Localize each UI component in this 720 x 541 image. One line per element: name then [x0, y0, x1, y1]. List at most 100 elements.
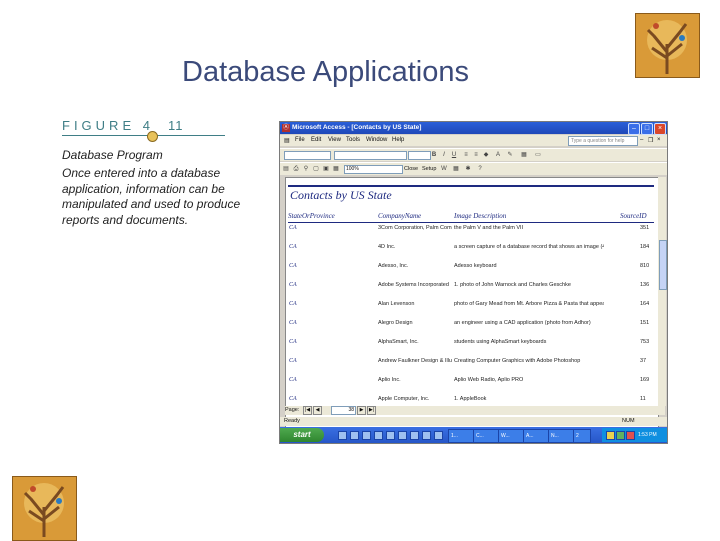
cell-state: CA	[289, 301, 297, 307]
quicklaunch-icon[interactable]	[386, 431, 395, 440]
quicklaunch-icon[interactable]	[374, 431, 383, 440]
quicklaunch-icon[interactable]	[398, 431, 407, 440]
vertical-scrollbar[interactable]	[658, 177, 666, 406]
previous-page-icon[interactable]: ◀	[313, 406, 322, 415]
taskbar-button[interactable]: W...	[498, 429, 524, 443]
multiple-pages-icon[interactable]: ▦	[332, 165, 340, 173]
font-size-select[interactable]	[408, 151, 431, 160]
system-tray: 1:53 PM	[602, 428, 667, 442]
fill-color-icon[interactable]: ◆	[482, 151, 490, 159]
quicklaunch-icon[interactable]	[434, 431, 443, 440]
new-object-icon[interactable]: ✱	[464, 165, 472, 173]
table-row: CA 3Com Corporation, Palm Compu the Palm…	[286, 225, 658, 243]
page-number-input[interactable]: 38	[331, 406, 356, 415]
column-header-image-description: Image Description	[454, 212, 507, 220]
underline-icon[interactable]: U	[450, 151, 458, 159]
cell-description: Aplio Web Radio, Aplio PRO	[454, 377, 524, 383]
zoom-select[interactable]: 100%	[344, 165, 403, 174]
cell-description: Creating Computer Graphics with Adobe Ph…	[454, 358, 581, 364]
quicklaunch-icon[interactable]	[350, 431, 359, 440]
first-page-icon[interactable]: |◀	[303, 406, 312, 415]
slide-title: Database Applications	[182, 56, 469, 88]
table-row: CA Alegro Design an engineer using a CAD…	[286, 320, 658, 338]
menu-report-icon: ▤	[284, 138, 290, 144]
menu-tools[interactable]: Tools	[346, 137, 360, 143]
cell-source-id: 136	[640, 282, 650, 288]
bold-icon[interactable]: B	[430, 151, 438, 159]
zoom-icon[interactable]: ⚲	[302, 165, 310, 173]
print-icon[interactable]: ⎙	[292, 165, 300, 173]
access-icon: Ⓐ	[282, 124, 290, 132]
close-button[interactable]: Close	[404, 166, 418, 172]
report-rule	[288, 185, 654, 187]
cell-company: AlphaSmart, Inc.	[378, 339, 419, 345]
next-page-icon[interactable]: ▶	[357, 406, 366, 415]
quicklaunch-icon[interactable]	[410, 431, 419, 440]
minimize-icon[interactable]: –	[628, 123, 640, 135]
cell-state: CA	[289, 263, 297, 269]
doc-minimize-icon[interactable]: –	[640, 137, 643, 143]
object-select[interactable]	[284, 151, 331, 160]
help-search-input[interactable]: Type a question for help	[568, 136, 638, 146]
menu-help[interactable]: Help	[392, 137, 404, 143]
cell-company: Alegro Design	[378, 320, 413, 326]
tray-icon[interactable]	[606, 431, 615, 440]
database-window-icon[interactable]: ▦	[452, 165, 460, 173]
office-links-icon[interactable]: W	[440, 165, 448, 173]
cell-company: Alan Levenson	[378, 301, 415, 307]
taskbar-button[interactable]: A...	[523, 429, 549, 443]
figure-number: 11	[168, 118, 184, 133]
cell-company: Apple Computer, Inc.	[378, 396, 430, 402]
cell-source-id: 37	[640, 358, 647, 364]
line-color-icon[interactable]: ✎	[506, 151, 514, 159]
table-row: CA Aplio Inc. Aplio Web Radio, Aplio PRO…	[286, 377, 658, 395]
quicklaunch-icon[interactable]	[362, 431, 371, 440]
tray-icon[interactable]	[626, 431, 635, 440]
doc-restore-icon[interactable]: ❐	[648, 137, 653, 144]
maximize-icon[interactable]: □	[641, 123, 653, 135]
taskbar-button[interactable]: C...	[473, 429, 499, 443]
menu-edit[interactable]: Edit	[311, 137, 321, 143]
cell-source-id: 151	[640, 320, 650, 326]
special-effect-icon[interactable]: ▭	[534, 151, 542, 159]
tray-icon[interactable]	[616, 431, 625, 440]
quicklaunch-icon[interactable]	[338, 431, 347, 440]
taskbar-button[interactable]: N...	[548, 429, 574, 443]
font-color-icon[interactable]: A	[494, 151, 502, 159]
table-row: CA Alan Levenson photo of Gary Mead from…	[286, 301, 658, 319]
cell-description: Adesso keyboard	[454, 263, 497, 269]
menu-file[interactable]: File	[295, 137, 305, 143]
font-select[interactable]	[334, 151, 407, 160]
cell-source-id: 184	[640, 244, 650, 250]
align-center-icon[interactable]: ≡	[472, 151, 480, 159]
setup-button[interactable]: Setup	[422, 166, 436, 172]
one-page-icon[interactable]: ▢	[312, 165, 320, 173]
logo-tree-image	[12, 476, 77, 541]
table-row: CA Adobe Systems Incorporated 1. photo o…	[286, 282, 658, 300]
last-page-icon[interactable]: ▶|	[367, 406, 376, 415]
taskbar-button[interactable]: 2	[573, 429, 591, 443]
cell-company: 4D Inc.	[378, 244, 396, 250]
status-bar: Ready NUM	[280, 417, 667, 426]
quicklaunch-icon[interactable]	[422, 431, 431, 440]
border-icon[interactable]: ▦	[520, 151, 528, 159]
cell-state: CA	[289, 320, 297, 326]
two-pages-icon[interactable]: ▣	[322, 165, 330, 173]
help-icon[interactable]: ?	[476, 165, 484, 173]
cell-company: Adesso, Inc.	[378, 263, 409, 269]
taskbar-button[interactable]: 1...	[448, 429, 474, 443]
column-header-company: CompanyName	[378, 212, 422, 220]
align-left-icon[interactable]: ≡	[462, 151, 470, 159]
preview-toolbar: ▤ ⎙ ⚲ ▢ ▣ ▦ 100% Close Setup W ▦ ✱ ?	[280, 162, 667, 175]
menu-view[interactable]: View	[328, 137, 341, 143]
num-lock-indicator: NUM	[622, 418, 635, 424]
view-icon[interactable]: ▤	[282, 165, 290, 173]
cell-description: students using AlphaSmart keyboards	[454, 339, 547, 345]
menu-window[interactable]: Window	[366, 137, 387, 143]
doc-close-icon[interactable]: ×	[657, 137, 661, 143]
scrollbar-thumb[interactable]	[659, 240, 667, 290]
italic-icon[interactable]: I	[440, 151, 448, 159]
cell-description: photo of Gary Mead from Mt. Arbore Pizza…	[454, 301, 604, 307]
close-icon[interactable]: ×	[654, 123, 666, 135]
start-button[interactable]: start	[280, 428, 324, 442]
